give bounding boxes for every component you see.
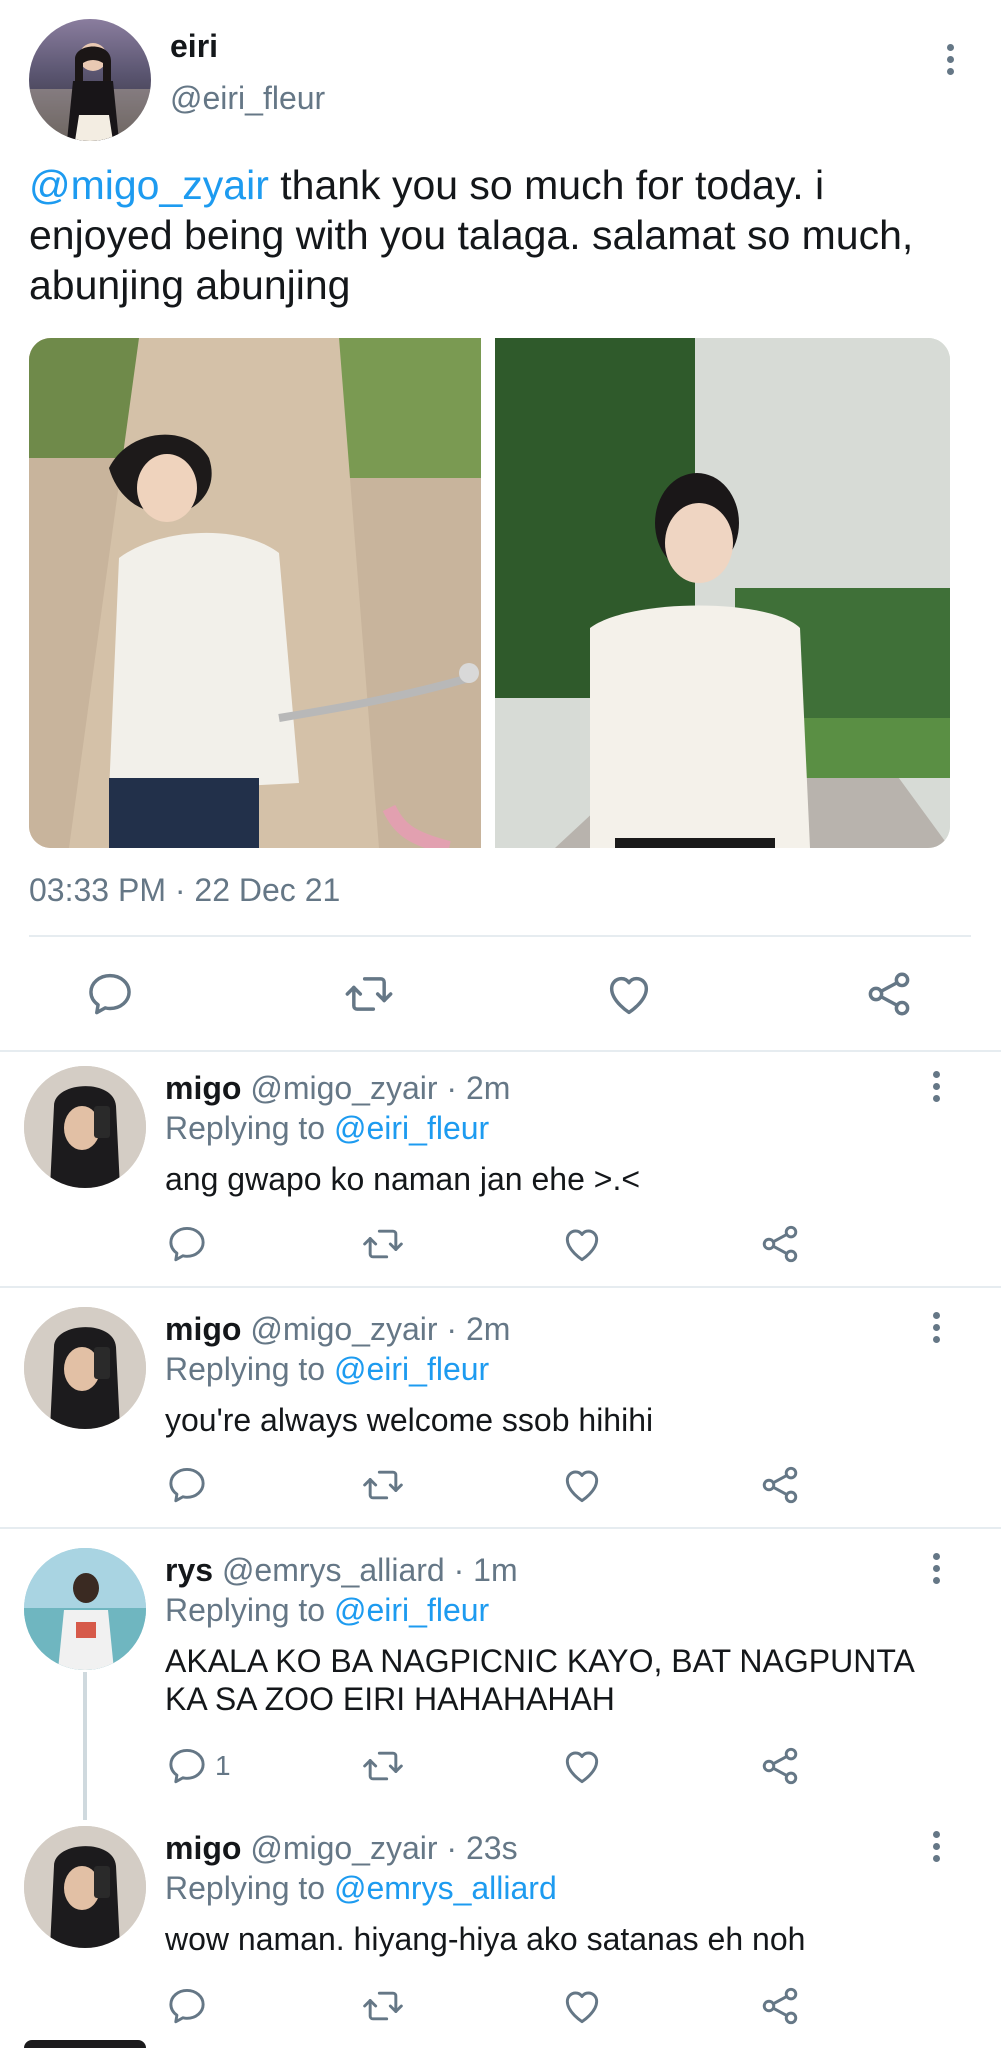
reply-count: 1: [215, 1750, 231, 1781]
reply-avatar[interactable]: [24, 1826, 146, 1948]
retweet-icon[interactable]: [360, 1744, 406, 1788]
timestamp-divider: [29, 935, 971, 937]
reply-icon[interactable]: [165, 1222, 209, 1266]
more-vertical-icon[interactable]: [924, 1308, 948, 1348]
retweet-icon[interactable]: [360, 1222, 406, 1266]
tweet-image-1[interactable]: [29, 338, 481, 848]
tweet-image-2[interactable]: [495, 338, 950, 848]
thread-line: [83, 1672, 87, 1820]
reply-meta: @migo_zyair · 2m: [250, 1070, 511, 1106]
replying-to-handle[interactable]: @eiri_fleur: [334, 1110, 489, 1146]
reply-display-name[interactable]: migo: [165, 1070, 241, 1106]
replying-to-label: Replying to: [165, 1870, 334, 1906]
reply-icon[interactable]: [165, 1984, 209, 2028]
like-icon[interactable]: [560, 1984, 604, 2028]
more-vertical-icon[interactable]: [924, 1827, 948, 1867]
mention-link[interactable]: @migo_zyair: [29, 162, 269, 208]
reply-text: you're always welcome ssob hihihi: [165, 1402, 654, 1438]
share-icon[interactable]: [758, 1463, 802, 1507]
reply-icon[interactable]: [84, 968, 136, 1020]
retweet-icon[interactable]: [360, 1463, 406, 1507]
share-icon[interactable]: [758, 1984, 802, 2028]
reply-meta: @migo_zyair · 2m: [250, 1311, 511, 1347]
replying-to-handle[interactable]: @eiri_fleur: [334, 1351, 489, 1387]
reply-avatar[interactable]: [24, 1307, 146, 1429]
like-icon[interactable]: [560, 1222, 604, 1266]
main-handle[interactable]: @eiri_fleur: [170, 80, 325, 117]
reply-display-name[interactable]: rys: [165, 1552, 213, 1588]
main-display-name[interactable]: eiri: [170, 28, 218, 65]
replying-to-label: Replying to: [165, 1351, 334, 1387]
more-vertical-icon[interactable]: [924, 1067, 948, 1107]
like-icon[interactable]: [603, 968, 655, 1020]
share-icon[interactable]: [758, 1222, 802, 1266]
main-avatar[interactable]: [29, 19, 151, 141]
more-vertical-icon[interactable]: [938, 40, 962, 80]
replying-to-handle[interactable]: @emrys_alliard: [334, 1870, 557, 1906]
reply-divider: [0, 1527, 1001, 1529]
reply-text: ang gwapo ko naman jan ehe >.<: [165, 1161, 641, 1197]
next-avatar-partial: [24, 2040, 146, 2048]
tweet-text: @migo_zyair thank you so much for today.…: [29, 160, 979, 310]
like-icon[interactable]: [560, 1463, 604, 1507]
retweet-icon[interactable]: [342, 968, 396, 1020]
reply-icon[interactable]: [165, 1463, 209, 1507]
reply-text: AKALA KO BA NAGPICNIC KAYO, BAT NAGPUNTA…: [165, 1643, 914, 1717]
replying-to-label: Replying to: [165, 1592, 334, 1628]
reply-display-name[interactable]: migo: [165, 1830, 241, 1866]
share-icon[interactable]: [863, 968, 915, 1020]
reply-display-name[interactable]: migo: [165, 1311, 241, 1347]
like-icon[interactable]: [560, 1744, 604, 1788]
replying-to-label: Replying to: [165, 1110, 334, 1146]
reply-avatar[interactable]: [24, 1066, 146, 1188]
replying-to-handle[interactable]: @eiri_fleur: [334, 1592, 489, 1628]
share-icon[interactable]: [758, 1744, 802, 1788]
reply-divider: [0, 1286, 1001, 1288]
tweet-timestamp: 03:33 PM · 22 Dec 21: [29, 872, 341, 908]
reply-meta: @emrys_alliard · 1m: [221, 1552, 518, 1588]
reply-icon[interactable]: [165, 1744, 209, 1788]
retweet-icon[interactable]: [360, 1984, 406, 2028]
more-vertical-icon[interactable]: [924, 1549, 948, 1589]
reply-meta: @migo_zyair · 23s: [250, 1830, 518, 1866]
reply-text: wow naman. hiyang-hiya ako satanas eh no…: [165, 1921, 806, 1957]
reply-avatar[interactable]: [24, 1548, 146, 1670]
section-divider: [0, 1050, 1001, 1052]
